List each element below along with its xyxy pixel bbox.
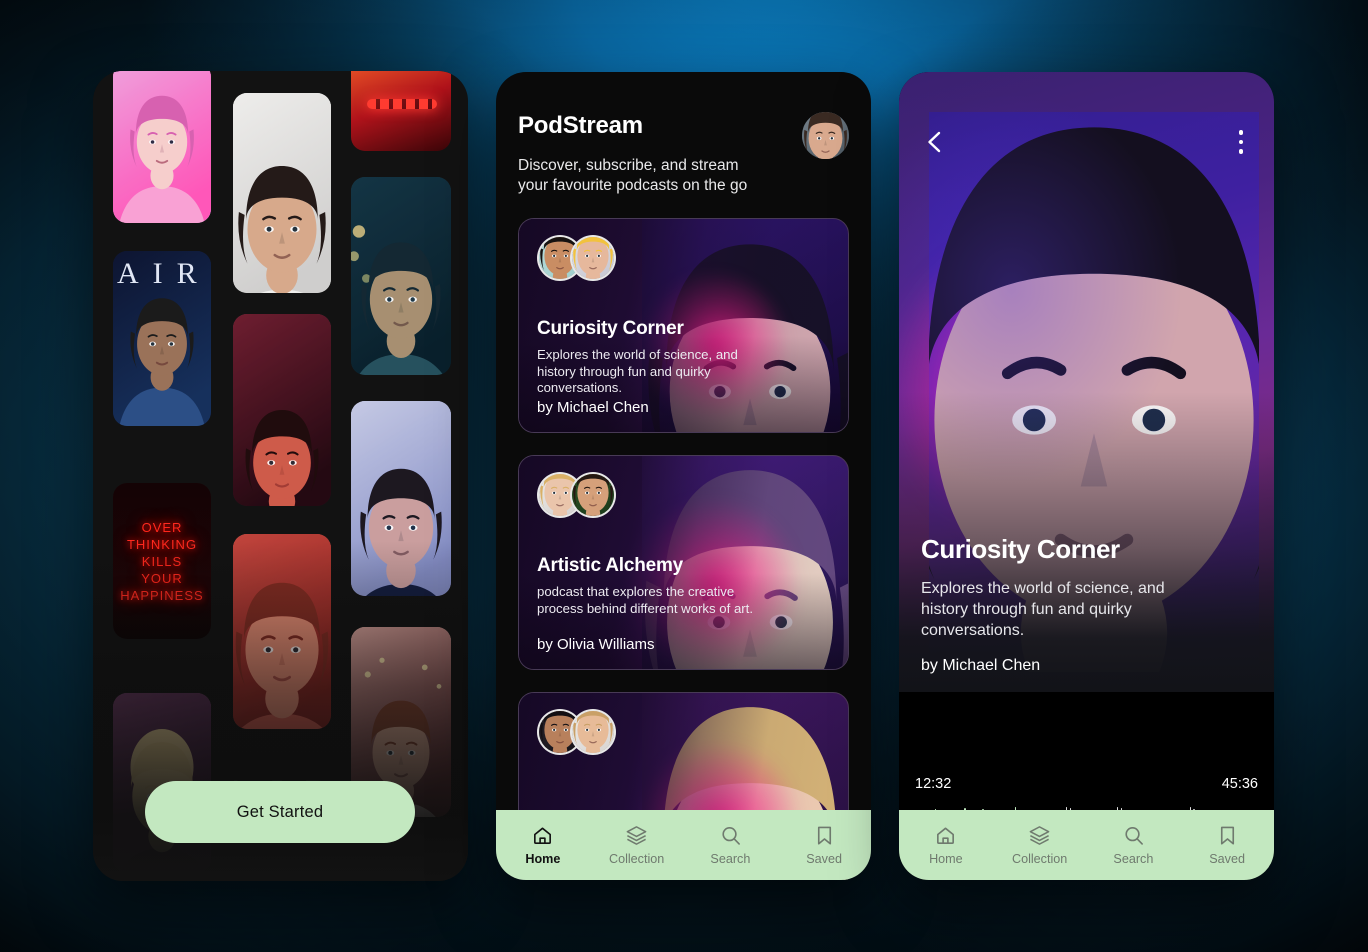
onboarding-screen: AIROVERTHINKINGKILLSYOURHAPPINESS — [93, 71, 468, 881]
nav-item-saved[interactable]: Saved — [1180, 824, 1274, 866]
podcast-detail-screen: Curiosity Corner Explores the world of s… — [899, 72, 1274, 880]
bottom-nav: Home Collection Search Saved — [899, 810, 1274, 880]
podcast-description: Explores the world of science, and histo… — [537, 347, 738, 395]
more-options-button[interactable] — [1226, 124, 1256, 160]
total-time: 45:36 — [1221, 776, 1258, 792]
podcast-description: podcast that explores the creative proce… — [537, 584, 753, 616]
podcast-card[interactable]: Artistic Alchemy podcast that explores t… — [518, 455, 849, 670]
search-icon — [1122, 824, 1145, 847]
nav-item-label: Search — [1113, 852, 1154, 866]
nav-item-collection[interactable]: Collection — [993, 824, 1087, 866]
nav-item-label: Home — [929, 852, 963, 866]
bookmark-icon — [813, 824, 836, 847]
layers-icon — [625, 824, 648, 847]
host-avatar — [570, 235, 616, 281]
bottom-nav: Home Collection Search Saved — [496, 810, 871, 880]
bookmark-icon — [1216, 824, 1239, 847]
podcast-title: Artistic Alchemy — [537, 555, 684, 576]
nav-item-home[interactable]: Home — [496, 824, 590, 866]
nav-item-label: Collection — [608, 852, 665, 866]
home-scroll-area[interactable]: PodStream Discover, subscribe, and strea… — [496, 72, 871, 880]
nav-item-label: Saved — [1209, 852, 1245, 866]
detail-text-block: Curiosity Corner Explores the world of s… — [899, 534, 1274, 675]
nav-item-label: Collection — [1011, 852, 1068, 866]
home-screen: PodStream Discover, subscribe, and strea… — [496, 72, 871, 880]
nav-item-label: Home — [525, 852, 561, 866]
nav-item-label: Saved — [806, 852, 842, 866]
collage-fade-overlay — [93, 71, 468, 881]
nav-item-collection[interactable]: Collection — [590, 824, 684, 866]
nav-item-home[interactable]: Home — [899, 824, 993, 866]
search-icon — [719, 824, 742, 847]
detail-author: by Michael Chen — [921, 657, 1041, 674]
podcast-title: Curiosity Corner — [537, 318, 684, 339]
detail-title: Curiosity Corner — [921, 534, 1120, 564]
nav-item-saved[interactable]: Saved — [777, 824, 871, 866]
more-vertical-icon — [1238, 130, 1244, 135]
podcast-author: by Michael Chen — [537, 399, 649, 416]
podcast-card[interactable]: Curiosity Corner Explores the world of s… — [518, 218, 849, 433]
player-timestamps: 12:32 45:36 — [913, 768, 1260, 792]
layers-icon — [1028, 824, 1051, 847]
detail-description: Explores the world of science, and histo… — [921, 580, 1165, 639]
chevron-left-icon — [928, 131, 941, 153]
app-subtitle: Discover, subscribe, and stream your fav… — [518, 157, 748, 194]
host-avatar — [570, 709, 616, 755]
nav-item-search[interactable]: Search — [1087, 824, 1181, 866]
host-avatars — [537, 709, 616, 755]
nav-item-search[interactable]: Search — [684, 824, 778, 866]
host-avatars — [537, 235, 616, 281]
host-avatar — [570, 472, 616, 518]
back-button[interactable] — [917, 124, 953, 160]
profile-avatar[interactable] — [802, 112, 849, 159]
home-icon — [934, 824, 957, 847]
podcast-author: by Olivia Williams — [537, 636, 655, 653]
nav-item-label: Search — [710, 852, 751, 866]
app-title: PodStream — [518, 112, 643, 139]
get-started-button[interactable]: Get Started — [145, 781, 415, 843]
host-avatars — [537, 472, 616, 518]
home-icon — [531, 824, 554, 847]
elapsed-time: 12:32 — [915, 776, 952, 792]
